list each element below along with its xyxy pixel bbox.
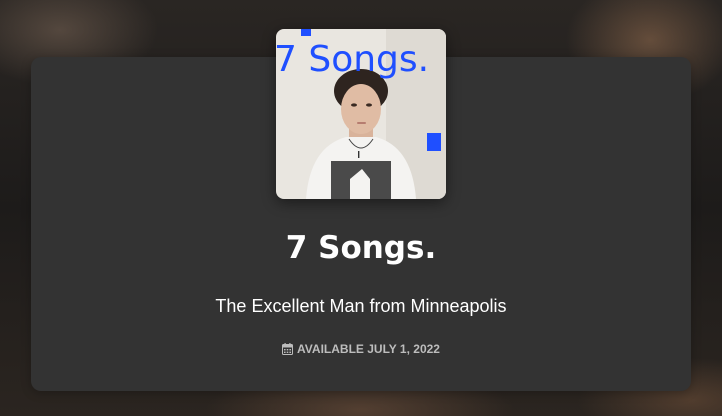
- album-cover-art: 7 Songs.: [276, 29, 446, 199]
- album-title: 7 Songs.: [285, 230, 437, 266]
- calendar-icon: [282, 343, 294, 359]
- release-availability: AVAILABLE JULY 1, 2022: [31, 341, 691, 359]
- album-cover[interactable]: 7 Songs.: [276, 29, 446, 199]
- availability-text: AVAILABLE JULY 1, 2022: [297, 342, 440, 356]
- artist-subtitle: The Excellent Man from Minneapolis: [215, 296, 507, 316]
- cover-title-text: 7 Songs.: [276, 39, 429, 80]
